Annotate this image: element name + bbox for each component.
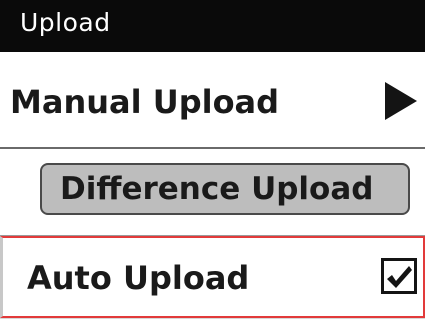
arrow-right-icon xyxy=(385,82,417,120)
menu-item-difference-upload: Difference Upload xyxy=(0,149,425,236)
title-bar: Upload xyxy=(0,0,425,52)
manual-upload-label: Manual Upload xyxy=(10,83,280,121)
difference-upload-label: Difference Upload xyxy=(60,171,374,207)
checkmark-icon xyxy=(387,266,412,288)
auto-upload-label: Auto Upload xyxy=(27,259,250,297)
page-title: Upload xyxy=(20,8,111,37)
menu-item-manual-upload[interactable]: Manual Upload xyxy=(0,52,425,149)
difference-upload-button[interactable]: Difference Upload xyxy=(40,163,410,215)
menu-item-auto-upload[interactable]: Auto Upload xyxy=(0,236,425,318)
auto-upload-checkbox[interactable] xyxy=(381,258,417,294)
